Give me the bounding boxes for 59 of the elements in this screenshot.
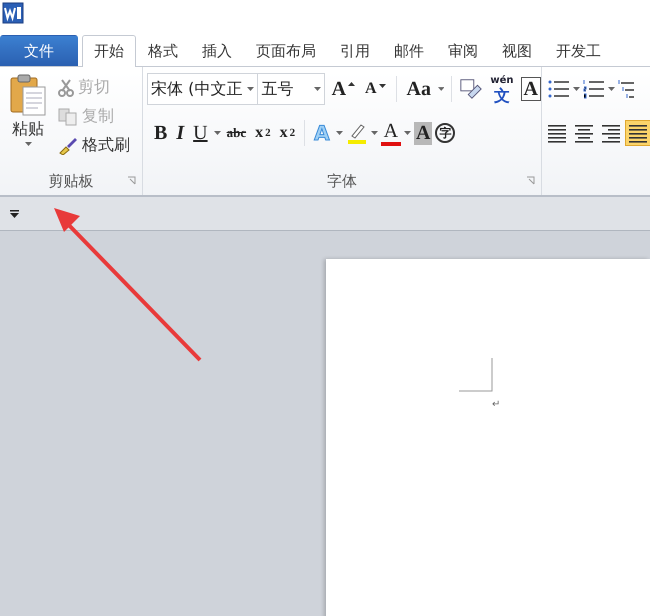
caret-icon — [314, 87, 321, 91]
ribbon-tab[interactable]: 开始 — [82, 35, 136, 67]
format-button[interactable]: abc — [224, 123, 250, 143]
ribbon-tab[interactable]: 页面布局 — [244, 35, 328, 66]
highlighter-icon[interactable] — [346, 122, 368, 144]
ribbon-tab[interactable]: 邮件 — [382, 35, 436, 66]
caret-icon — [24, 142, 32, 146]
ribbon-tab[interactable]: 插入 — [190, 35, 244, 66]
align-button[interactable] — [625, 120, 650, 146]
customize-toolbar-icon[interactable] — [10, 210, 19, 218]
caret-icon — [438, 87, 444, 91]
ribbon-tab[interactable]: 审阅 — [436, 35, 490, 66]
align-icon — [601, 123, 621, 143]
scissors-icon — [58, 78, 74, 96]
numbering-icon[interactable] — [583, 79, 605, 99]
caret-icon — [608, 87, 615, 91]
font-color-button[interactable]: A — [380, 120, 402, 146]
copy-icon — [58, 108, 78, 126]
format-button[interactable]: U — [190, 120, 211, 146]
ribbon-tab[interactable]: 开发工 — [544, 35, 613, 66]
grow-font-button[interactable]: A — [328, 76, 358, 102]
dialog-launcher-icon[interactable] — [526, 176, 535, 185]
align-icon — [574, 123, 594, 143]
brush-icon — [58, 136, 78, 154]
caret-icon — [573, 87, 580, 91]
enclose-character-button[interactable]: 字 — [435, 123, 456, 143]
eraser-icon[interactable] — [459, 77, 484, 101]
shrink-font-button[interactable]: A — [362, 78, 389, 100]
clipboard-icon — [9, 73, 47, 117]
ribbon-tab[interactable]: 视图 — [490, 35, 544, 66]
paragraph-mark: ↵ — [492, 399, 500, 410]
dialog-launcher-icon[interactable] — [127, 176, 136, 185]
group-label: 字体 — [327, 172, 357, 190]
align-icon — [547, 123, 567, 143]
file-menu-button[interactable]: 文件 — [0, 35, 78, 66]
character-shading-button[interactable]: A — [414, 122, 432, 144]
caret-icon — [370, 131, 378, 135]
multilevel-list-icon[interactable] — [618, 79, 634, 99]
up-caret-icon — [348, 82, 356, 86]
change-case-button[interactable]: Aa — [404, 76, 434, 102]
down-caret-icon — [378, 84, 386, 88]
ribbon-tab[interactable]: 格式 — [136, 35, 190, 66]
font-name-field[interactable]: 宋体 (中文正 — [147, 73, 258, 105]
format-button[interactable]: I — [173, 120, 188, 146]
character-border-button[interactable]: A — [520, 77, 541, 101]
format-button[interactable]: B — [151, 120, 170, 146]
phonetic-guide-button[interactable]: wén 文 — [487, 72, 517, 106]
caret-icon — [336, 131, 343, 135]
bullets-icon[interactable] — [548, 79, 570, 99]
clipboard-action[interactable]: 格式刷 — [56, 133, 132, 158]
font-size-field[interactable]: 五号 — [257, 73, 325, 105]
group-label: 剪贴板 — [48, 172, 94, 190]
margin-corner-mark — [459, 358, 493, 392]
caret-icon — [247, 87, 254, 91]
ribbon-tab[interactable]: 引用 — [328, 35, 382, 66]
caret-icon — [404, 131, 412, 135]
align-icon — [628, 123, 648, 143]
paste-button[interactable]: 粘贴 — [0, 67, 56, 167]
caret-icon — [214, 131, 221, 135]
